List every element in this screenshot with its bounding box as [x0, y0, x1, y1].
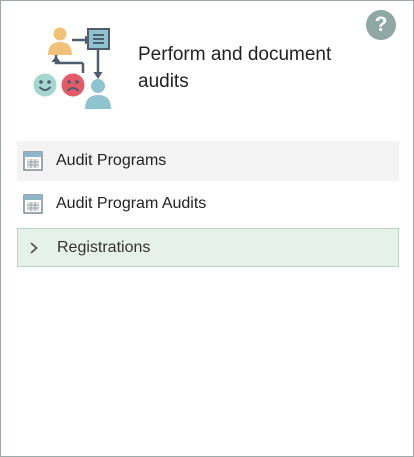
- menu-item-label: Audit Programs: [56, 152, 167, 169]
- menu-item-audit-program-audits[interactable]: Audit Program Audits: [17, 184, 399, 224]
- calendar-icon: [23, 151, 43, 171]
- calendar-icon: [23, 194, 43, 214]
- menu-item-registrations[interactable]: Registrations: [17, 228, 399, 267]
- audit-panel: ? Perform and document audits Audit Prog…: [0, 0, 414, 457]
- menu-item-label: Audit Program Audits: [56, 195, 207, 212]
- help-icon[interactable]: ?: [366, 10, 396, 40]
- page-title: Perform and document audits: [138, 44, 332, 92]
- audit-illustration-icon: [33, 27, 111, 109]
- menu-item-audit-programs[interactable]: Audit Programs: [17, 141, 399, 181]
- chevron-right-icon: [30, 242, 38, 254]
- menu-item-label: Registrations: [57, 238, 151, 256]
